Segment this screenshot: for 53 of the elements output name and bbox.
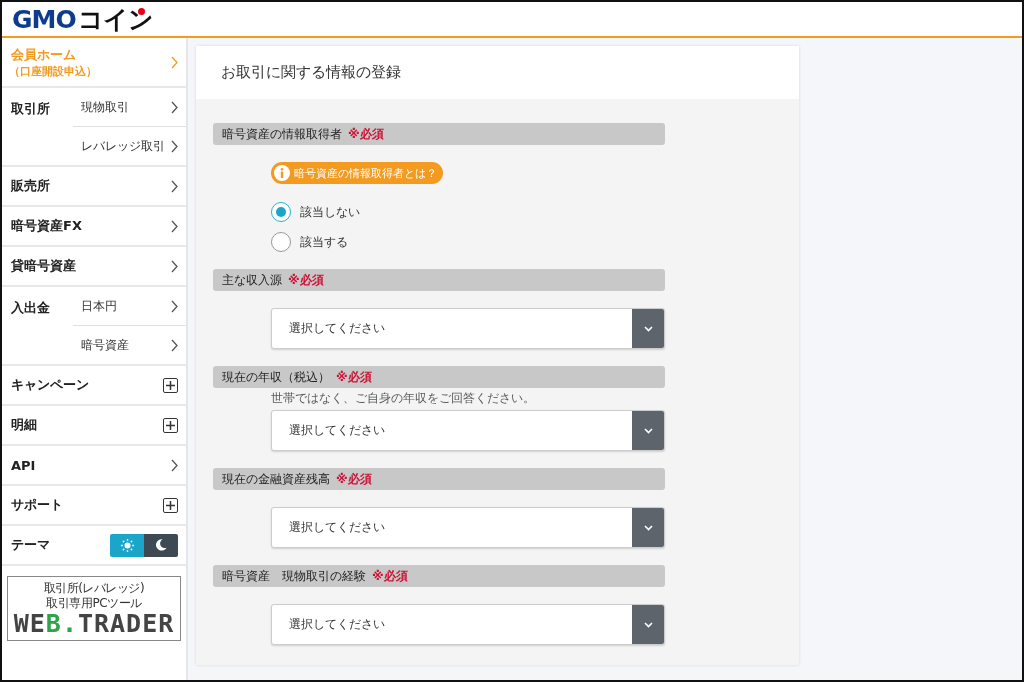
chevron-right-icon bbox=[171, 100, 178, 114]
plus-icon[interactable] bbox=[163, 417, 178, 433]
chevron-right-icon bbox=[171, 179, 178, 193]
sidebar-subitem[interactable]: レバレッジ取引 bbox=[73, 126, 186, 165]
banner-title: WEB.TRADER bbox=[13, 611, 175, 638]
chevron-right-icon bbox=[171, 55, 178, 69]
sidebar-item[interactable]: サポート bbox=[11, 496, 63, 514]
sidebar-subitem[interactable]: 現物取引 bbox=[73, 88, 186, 126]
sidebar-item[interactable]: 明細 bbox=[11, 416, 37, 434]
info-icon bbox=[274, 165, 290, 181]
select-dropdown[interactable]: 選択してください bbox=[271, 507, 665, 548]
chevron-down-icon bbox=[643, 427, 653, 434]
sidebar-subitem[interactable]: 暗号資産 bbox=[73, 325, 186, 364]
plus-icon[interactable] bbox=[163, 377, 178, 393]
field-label: 暗号資産の情報取得者 ※必須 bbox=[213, 123, 665, 145]
sidebar-subitem[interactable]: 日本円 bbox=[73, 287, 186, 325]
sidebar-group-label: 入出金 bbox=[10, 299, 51, 317]
select-dropdown[interactable]: 選択してください bbox=[271, 410, 665, 451]
select-dropdown[interactable]: 選択してください bbox=[271, 604, 665, 645]
radio-button[interactable] bbox=[271, 232, 291, 252]
chevron-down-icon bbox=[643, 621, 653, 628]
field-label: 主な収入源 ※必須 bbox=[213, 269, 665, 291]
sidebar-item[interactable]: API bbox=[11, 457, 36, 473]
field-label: 現在の金融資産残高 ※必須 bbox=[213, 468, 665, 490]
plus-icon[interactable] bbox=[163, 497, 178, 513]
chevron-right-icon bbox=[171, 139, 178, 153]
hint-text: 世帯ではなく、ご自身の年収をご回答ください。 bbox=[271, 390, 536, 407]
sun-icon bbox=[119, 537, 135, 553]
radio-option[interactable]: 該当する bbox=[271, 232, 665, 252]
chevron-right-icon bbox=[171, 299, 178, 313]
chevron-down-icon bbox=[643, 325, 653, 332]
moon-icon bbox=[154, 538, 168, 552]
logo[interactable]: GMOコイン bbox=[12, 6, 153, 32]
moon-button[interactable] bbox=[144, 533, 178, 557]
radio-button[interactable] bbox=[271, 202, 291, 222]
sidebar-group-label: 取引所 bbox=[10, 100, 51, 118]
field-label: 暗号資産 現物取引の経験 ※必須 bbox=[213, 565, 665, 587]
sidebar-item[interactable]: キャンペーン bbox=[11, 376, 89, 394]
chevron-right-icon bbox=[171, 219, 178, 233]
radio-option[interactable]: 該当しない bbox=[271, 202, 665, 222]
banner-caption: 取引所(レバレッジ)取引専用PCツール bbox=[42, 581, 146, 611]
select-dropdown[interactable]: 選択してください bbox=[271, 308, 665, 349]
chevron-right-icon bbox=[171, 338, 178, 352]
field-label: 現在の年収（税込） ※必須 bbox=[213, 366, 665, 388]
chevron-down-icon bbox=[643, 524, 653, 531]
sidebar-item[interactable]: 暗号資産FX bbox=[11, 217, 82, 235]
chevron-right-icon bbox=[171, 458, 178, 472]
sidebar-item[interactable]: 貸暗号資産 bbox=[11, 257, 76, 275]
form-title: お取引に関する情報の登録 bbox=[221, 63, 401, 82]
chevron-right-icon bbox=[171, 259, 178, 273]
web-trader-banner[interactable]: 取引所(レバレッジ)取引専用PCツール WEB.TRADER bbox=[7, 576, 181, 642]
sidebar-item[interactable]: 販売所 bbox=[11, 177, 50, 195]
theme-label: テーマ bbox=[11, 536, 50, 554]
